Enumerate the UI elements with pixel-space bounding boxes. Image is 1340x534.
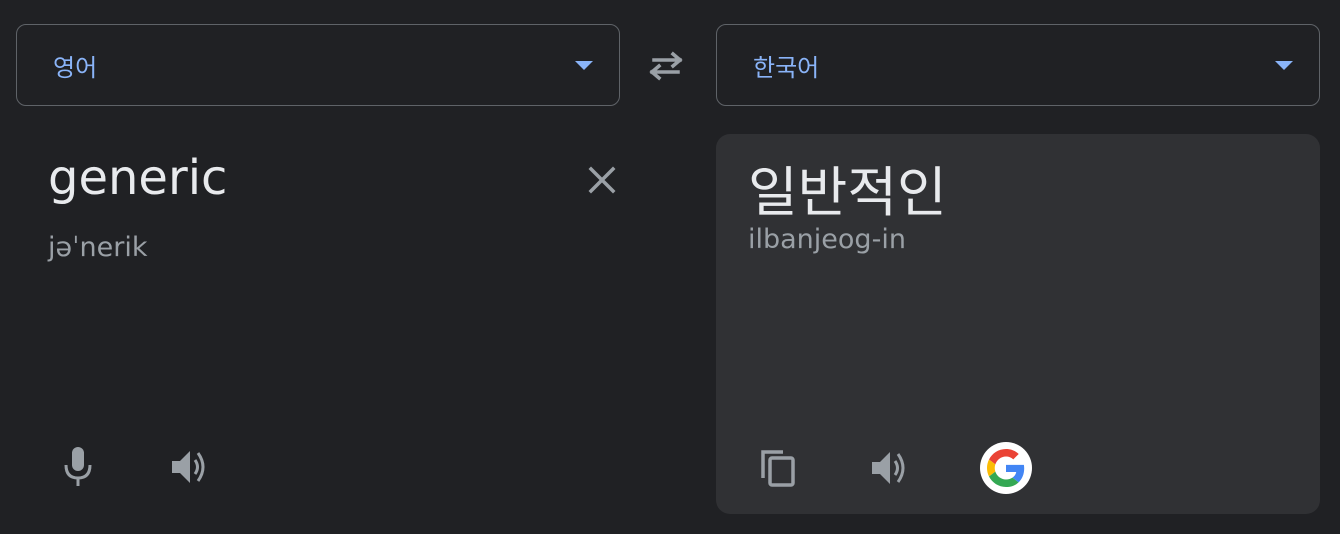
translated-romanization: ilbanjeog-in bbox=[748, 224, 906, 255]
target-listen-button[interactable] bbox=[866, 444, 914, 492]
clear-text-button[interactable] bbox=[580, 158, 624, 202]
copy-icon bbox=[761, 450, 795, 487]
google-logo-icon bbox=[987, 449, 1025, 487]
speaker-icon bbox=[872, 452, 905, 484]
microphone-icon bbox=[64, 447, 92, 486]
swap-icon bbox=[649, 51, 683, 81]
translated-text: 일반적인 bbox=[748, 161, 947, 224]
source-listen-button[interactable] bbox=[166, 443, 214, 491]
close-icon bbox=[588, 166, 616, 194]
voice-input-button[interactable] bbox=[54, 443, 102, 491]
open-in-google-translate-button[interactable] bbox=[980, 442, 1032, 494]
source-language-label: 영어 bbox=[53, 53, 98, 82]
swap-languages-button[interactable] bbox=[644, 44, 688, 88]
speaker-icon bbox=[172, 451, 205, 483]
source-language-select[interactable]: 영어 bbox=[16, 24, 620, 106]
source-phonetic: jəˈnerik bbox=[48, 232, 148, 263]
translation-panel: 일반적인 ilbanjeog-in bbox=[716, 134, 1320, 514]
copy-translation-button[interactable] bbox=[754, 444, 802, 492]
chevron-down-icon bbox=[1275, 60, 1293, 70]
source-text-input[interactable]: generic bbox=[48, 150, 227, 206]
target-language-label: 한국어 bbox=[753, 53, 820, 82]
chevron-down-icon bbox=[575, 60, 593, 70]
target-language-select[interactable]: 한국어 bbox=[716, 24, 1320, 106]
